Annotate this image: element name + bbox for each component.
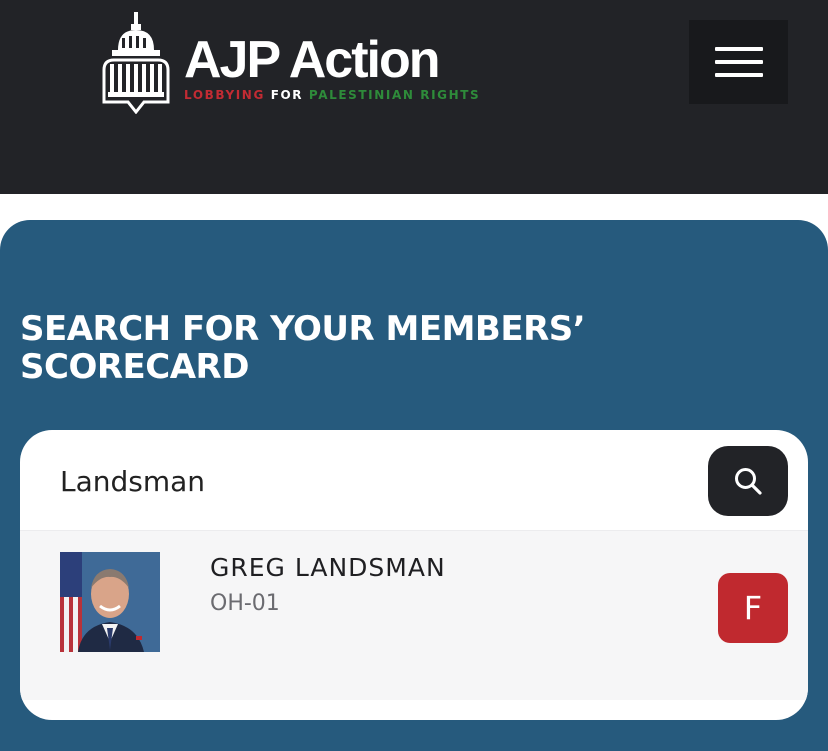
page-title-line1: SEARCH FOR YOUR MEMBERS’	[20, 309, 586, 349]
search-card: GREG LANDSMAN OH-01 F	[20, 430, 808, 720]
capitol-icon	[102, 12, 170, 114]
menu-button[interactable]	[689, 20, 788, 104]
member-name: GREG LANDSMAN	[210, 553, 446, 582]
hamburger-icon-line	[714, 73, 763, 77]
logo-tagline: LOBBYING FOR PALESTINIAN RIGHTS	[184, 88, 480, 102]
flag-stripes	[60, 552, 82, 652]
site-header: AJP Action LOBBYING FOR PALESTINIAN RIGH…	[0, 0, 828, 194]
member-photo	[60, 552, 160, 652]
grade-badge[interactable]: F	[718, 573, 788, 643]
page-title: SEARCH FOR YOUR MEMBERS’ SCORECARD	[20, 310, 720, 386]
search-result-row[interactable]: GREG LANDSMAN OH-01 F	[20, 530, 808, 700]
tagline-part2: FOR	[270, 88, 304, 102]
search-icon	[735, 468, 762, 495]
hamburger-icon-line	[714, 47, 763, 51]
page-title-line2: SCORECARD	[20, 347, 249, 387]
search-input[interactable]	[60, 460, 660, 502]
tagline-part3: PALESTINIAN RIGHTS	[308, 88, 481, 102]
search-button[interactable]	[708, 446, 788, 516]
logo-title: AJP Action	[184, 31, 440, 89]
tagline-part1: LOBBYING	[184, 88, 265, 102]
member-portrait-image	[60, 552, 160, 652]
ajp-action-logo[interactable]: AJP Action LOBBYING FOR PALESTINIAN RIGH…	[98, 10, 479, 114]
member-district: OH-01	[210, 591, 280, 616]
hamburger-icon-line	[714, 60, 763, 64]
